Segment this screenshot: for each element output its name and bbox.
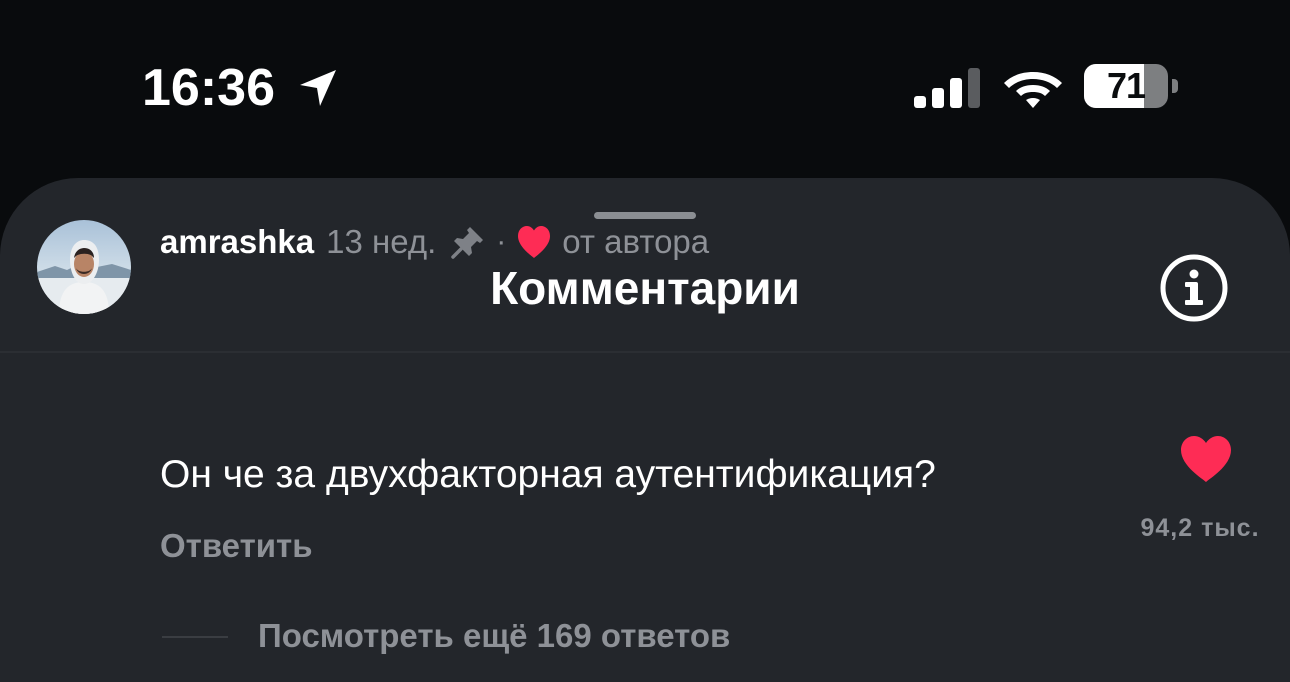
view-replies-button[interactable]: Посмотреть ещё 169 ответов (258, 614, 730, 658)
battery-indicator: 71 (1084, 64, 1180, 110)
author-label: от автора (562, 223, 710, 260)
battery-percent: 71 (1106, 65, 1146, 106)
battery-body: 71 (1084, 64, 1168, 108)
battery-cap (1172, 79, 1178, 93)
info-icon[interactable] (1158, 252, 1230, 324)
wifi-icon (1004, 72, 1062, 108)
heart-icon[interactable] (1178, 434, 1234, 484)
screen: 16:36 71 Комментарии amrashka 13 нед. · … (0, 0, 1290, 682)
comment-meta: amrashka 13 нед. · от автора (160, 218, 709, 266)
comment-age: 13 нед. (326, 223, 437, 260)
status-time: 16:36 (142, 59, 275, 117)
like-count: 94,2 тыс. (1140, 514, 1260, 542)
status-bar: 16:36 71 (0, 0, 1290, 178)
location-arrow-icon (300, 70, 336, 106)
view-replies-line (162, 636, 228, 638)
sheet-title: Комментарии (490, 262, 800, 314)
comment-text: Он че за двухфакторная аутентификация? (160, 453, 936, 496)
meta-separator: · (496, 225, 507, 258)
reply-button[interactable]: Ответить (160, 524, 313, 568)
cellular-signal-icon (914, 68, 980, 108)
header-divider (0, 351, 1290, 353)
pin-icon (451, 227, 484, 259)
author-heart-icon (518, 226, 551, 258)
avatar[interactable] (37, 220, 131, 314)
comment-username[interactable]: amrashka (160, 220, 314, 264)
